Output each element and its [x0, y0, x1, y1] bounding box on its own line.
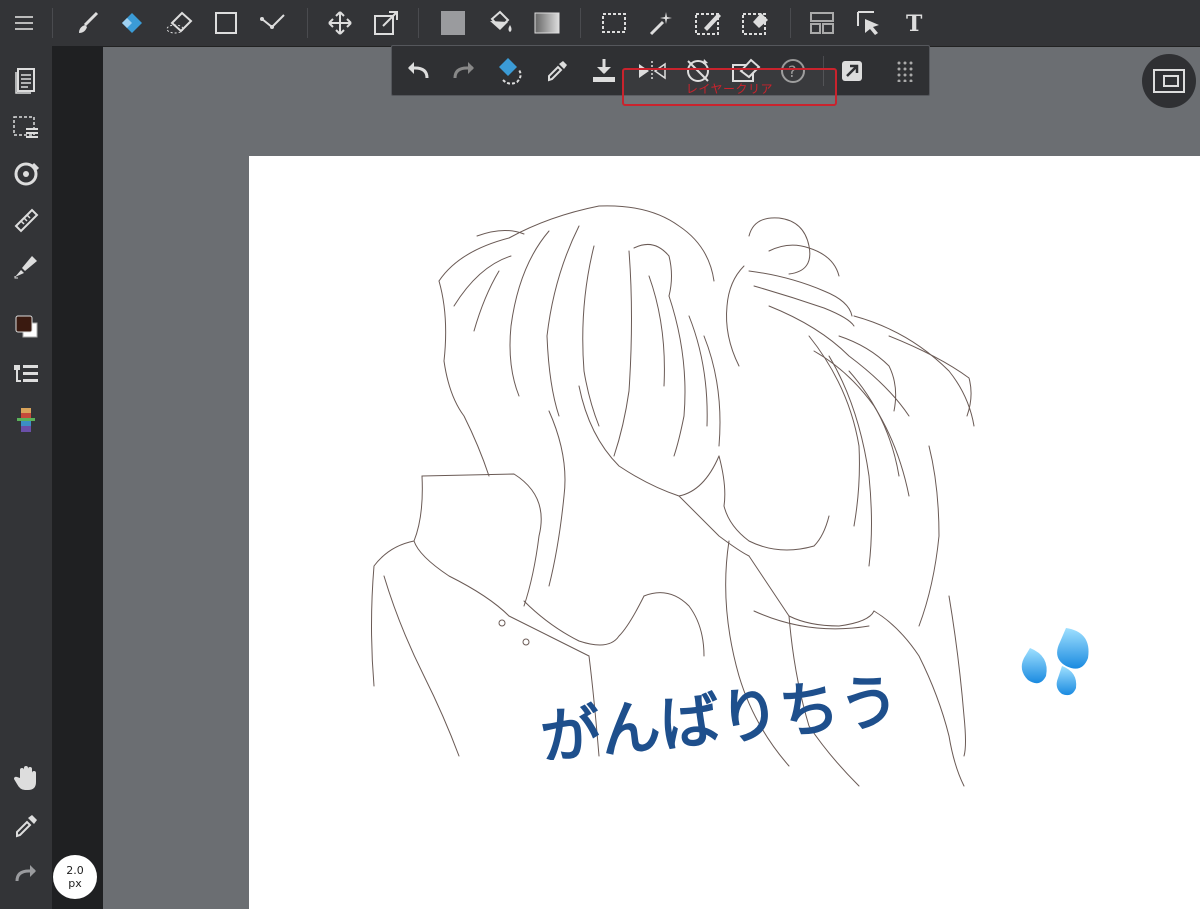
separator: [790, 8, 791, 38]
brush-size-unit: px: [68, 877, 82, 890]
select-rect-icon[interactable]: [594, 3, 634, 43]
sweat-drops-icon: [1021, 628, 1089, 696]
download-icon[interactable]: [584, 51, 624, 91]
panel-strip: [52, 46, 103, 909]
color-icon[interactable]: [6, 306, 46, 346]
caption-label: がんばりちう: [538, 666, 903, 760]
text-icon[interactable]: T: [895, 3, 935, 43]
bucket-icon[interactable]: [480, 3, 520, 43]
redo-icon[interactable]: [6, 854, 46, 894]
pen-curve-icon[interactable]: [252, 3, 292, 43]
magic-wand-icon[interactable]: [640, 3, 680, 43]
svg-text:T: T: [906, 11, 923, 35]
palette-icon[interactable]: [6, 401, 46, 441]
gradient-icon[interactable]: [527, 3, 567, 43]
tooltip-label: レイヤークリア: [685, 82, 774, 96]
brush-icon[interactable]: [68, 3, 108, 43]
select-pen-icon[interactable]: [688, 3, 728, 43]
brush-size-value: 2.0: [66, 864, 84, 877]
caption-text: がんばりちう: [537, 620, 1089, 774]
separator: [52, 8, 53, 38]
shape-icon[interactable]: [206, 3, 246, 43]
brush-size-indicator[interactable]: 2.0 px: [53, 855, 97, 899]
undo-icon[interactable]: [398, 51, 438, 91]
brush-settings-icon[interactable]: [6, 246, 46, 286]
selection-icon[interactable]: [6, 108, 46, 148]
move-icon[interactable]: [320, 3, 360, 43]
navigator-button[interactable]: [1142, 54, 1196, 108]
more-icon[interactable]: [885, 51, 925, 91]
pages-icon[interactable]: [6, 60, 46, 100]
select-eraser-icon[interactable]: [735, 3, 775, 43]
ruler-icon[interactable]: [6, 200, 46, 240]
layers-icon[interactable]: [6, 354, 46, 394]
blur-icon[interactable]: [160, 3, 200, 43]
fill-color-icon[interactable]: [433, 3, 473, 43]
export-icon[interactable]: [832, 51, 872, 91]
layout-icon[interactable]: [802, 3, 842, 43]
menu-icon[interactable]: [4, 3, 44, 43]
redo-icon[interactable]: [444, 51, 484, 91]
hand-icon[interactable]: [6, 758, 46, 798]
separator: [418, 8, 419, 38]
separator: [307, 8, 308, 38]
fill-select-icon[interactable]: [490, 51, 530, 91]
clear-layer-tooltip: レイヤークリア: [622, 68, 837, 106]
eyedropper-icon[interactable]: [6, 806, 46, 846]
select-layer-icon[interactable]: [849, 3, 889, 43]
eyedropper-icon[interactable]: [537, 51, 577, 91]
line-art: [371, 205, 975, 787]
left-toolbar: [0, 46, 52, 909]
drawing-canvas[interactable]: [249, 156, 1200, 909]
separator: [580, 8, 581, 38]
eraser-icon[interactable]: [112, 3, 152, 43]
snap-icon[interactable]: [6, 154, 46, 194]
navigator-icon: [1153, 69, 1185, 93]
top-toolbar: T: [0, 0, 1200, 47]
transform-icon[interactable]: [366, 3, 406, 43]
